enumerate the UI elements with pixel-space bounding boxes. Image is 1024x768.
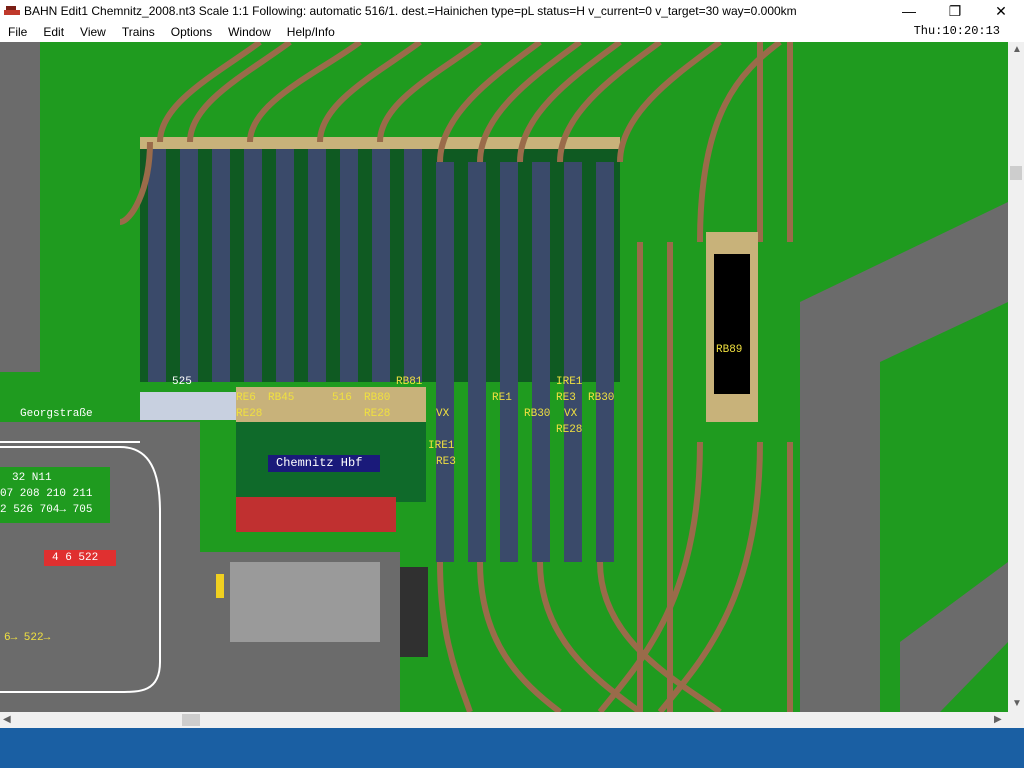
minimize-button[interactable]: — <box>886 0 932 22</box>
track-12 <box>500 162 518 562</box>
clock: Thu:10:20:13 <box>913 24 1000 38</box>
platform-label-re1: RE1 <box>492 392 512 404</box>
menu-window[interactable]: Window <box>220 25 279 39</box>
horizontal-scroll-thumb[interactable] <box>182 714 200 726</box>
menu-trains[interactable]: Trains <box>114 25 163 39</box>
road-right-2 <box>900 562 1008 712</box>
taskbar <box>0 728 1024 768</box>
window-title: BAHN Edit1 Chemnitz_2008.nt3 Scale 1:1 F… <box>24 4 797 18</box>
platform-label-rb30-a: RB30 <box>524 408 551 420</box>
vertical-scroll-thumb[interactable] <box>1010 166 1022 180</box>
platform-label-rb80: RB80 <box>364 392 391 404</box>
station-building <box>236 497 396 532</box>
bus-board-line1: 32 N11 <box>12 472 52 484</box>
scroll-left-icon[interactable]: ◀ <box>3 714 11 725</box>
platform-label-rb89: RB89 <box>716 344 743 356</box>
street-name: Georgstraße <box>20 408 93 420</box>
track-5 <box>276 142 294 382</box>
horizontal-scrollbar[interactable]: ◀ ▶ <box>0 712 1008 728</box>
platform-label-ire1-b: IRE1 <box>428 440 455 452</box>
menu-edit[interactable]: Edit <box>35 25 72 39</box>
station-name: Chemnitz Hbf <box>276 456 363 470</box>
platform-label-re3-b: RE3 <box>436 456 456 468</box>
map-canvas[interactable]: 525 RE6 RB45 516 RB80 RB81 RE28 RE28 VX … <box>0 42 1008 712</box>
track-11 <box>468 162 486 562</box>
red-sign: 4 6 522 <box>52 552 99 564</box>
platform-label-516: 516 <box>332 392 352 404</box>
platform-label-rb30-b: RB30 <box>588 392 615 404</box>
maximize-button[interactable]: ❐ <box>932 0 978 22</box>
forecourt <box>230 562 380 642</box>
train-rb89 <box>714 254 750 394</box>
track-13 <box>532 162 550 562</box>
train-icon <box>4 5 20 17</box>
bus-board-line3: 2 526 704→ 705 <box>0 504 93 516</box>
scroll-corner <box>1008 712 1024 728</box>
platform-label-re6: RE6 <box>236 392 256 404</box>
track-14 <box>564 162 582 562</box>
scroll-right-icon[interactable]: ▶ <box>994 714 1002 725</box>
menu-options[interactable]: Options <box>163 25 220 39</box>
route-sign: 6→ 522→ <box>4 632 51 644</box>
shed-building <box>400 567 428 657</box>
track-9 <box>404 142 422 382</box>
track-3 <box>212 142 230 382</box>
scroll-up-icon[interactable]: ▲ <box>1012 44 1022 55</box>
menu-view[interactable]: View <box>72 25 114 39</box>
platform-label-525: 525 <box>172 376 192 388</box>
platform-label-re28-c: RE28 <box>556 424 583 436</box>
road-bottom-left <box>0 422 200 712</box>
platform-label-rb81: RB81 <box>396 376 423 388</box>
menu-bar: File Edit View Trains Options Window Hel… <box>0 22 1024 42</box>
platform-label-vx-a: VX <box>436 408 450 420</box>
track-1 <box>148 142 166 382</box>
platform-label-vx-b: VX <box>564 408 578 420</box>
track-10 <box>436 162 454 562</box>
menu-file[interactable]: File <box>0 25 35 39</box>
platform-front <box>236 387 426 422</box>
title-bar: BAHN Edit1 Chemnitz_2008.nt3 Scale 1:1 F… <box>0 0 1024 22</box>
bus-board-line2: 07 208 210 211 <box>0 488 93 500</box>
track-15 <box>596 162 614 562</box>
platform-label-rb45: RB45 <box>268 392 295 404</box>
platform-label-re28-b: RE28 <box>364 408 391 420</box>
track-2 <box>180 142 198 382</box>
vertical-scrollbar[interactable]: ▲ ▼ <box>1008 42 1024 712</box>
platform-label-re28-a: RE28 <box>236 408 263 420</box>
platform-label-re3-a: RE3 <box>556 392 576 404</box>
track-7 <box>340 142 358 382</box>
map-svg[interactable] <box>0 42 1008 712</box>
scroll-down-icon[interactable]: ▼ <box>1012 698 1022 709</box>
platform-label-ire1-a: IRE1 <box>556 376 583 388</box>
road-left <box>0 42 40 372</box>
menu-help[interactable]: Help/Info <box>279 25 343 39</box>
track-4 <box>244 142 262 382</box>
track-8 <box>372 142 390 382</box>
close-button[interactable]: ✕ <box>978 0 1024 22</box>
track-6 <box>308 142 326 382</box>
building-left <box>140 392 236 420</box>
bus <box>216 574 224 598</box>
